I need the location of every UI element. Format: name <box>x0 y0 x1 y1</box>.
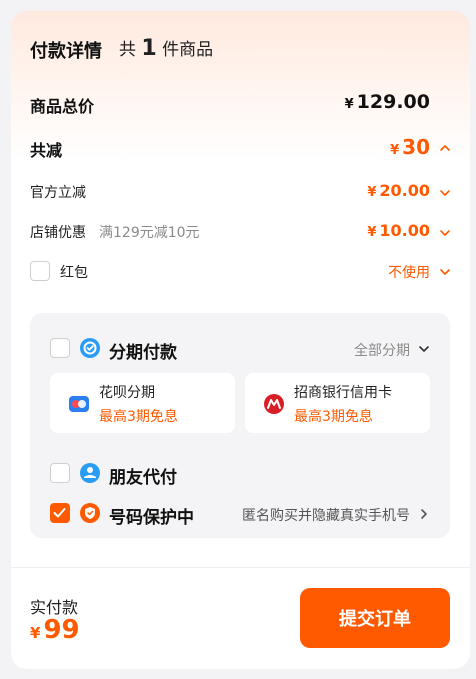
item-count: 共 1 件商品 <box>119 35 213 61</box>
installment-icon <box>80 338 100 358</box>
chevron-down-icon[interactable] <box>438 186 452 200</box>
total-discount-label: 共减 <box>30 141 63 160</box>
item-count-number: 1 <box>141 36 157 61</box>
store-discount-note: 满129元减10元 <box>99 225 200 241</box>
pay-amount-value: ¥99 <box>30 615 80 645</box>
page-title: 付款详情 <box>30 41 102 62</box>
payment-details-card: 付款详情 共 1 件商品 商品总价 ¥129.00 共减 ¥30 官方立减 ¥2… <box>11 11 470 669</box>
redpacket-label: 红包 <box>60 265 88 281</box>
total-price-value: ¥129.00 <box>345 91 430 113</box>
currency-symbol: ¥ <box>367 225 377 240</box>
installment-option[interactable]: 全部分期 <box>354 340 410 360</box>
official-discount-value[interactable]: ¥20.00 <box>367 181 430 200</box>
official-discount-amount: 20.00 <box>379 181 430 200</box>
item-count-prefix: 共 <box>119 40 136 60</box>
store-discount-label: 店铺优惠 <box>30 225 86 241</box>
currency-symbol: ¥ <box>367 185 377 200</box>
chevron-down-icon[interactable] <box>438 226 452 240</box>
plan-promo: 最高3期免息 <box>294 409 373 425</box>
currency-symbol: ¥ <box>30 624 41 642</box>
redpacket-status[interactable]: 不使用 <box>388 262 430 282</box>
friend-pay-checkbox[interactable] <box>50 463 70 483</box>
plan-name: 花呗分期 <box>99 385 155 401</box>
friend-pay-icon <box>80 463 100 483</box>
number-protect-checkbox[interactable] <box>50 503 70 523</box>
installment-label: 分期付款 <box>109 343 177 363</box>
item-count-suffix: 件商品 <box>162 40 214 60</box>
chevron-down-icon[interactable] <box>438 265 452 279</box>
plan-promo: 最高3期免息 <box>99 409 178 425</box>
cmb-bank-icon <box>264 394 284 414</box>
official-discount-label: 官方立减 <box>30 185 86 201</box>
submit-order-button[interactable]: 提交订单 <box>300 588 450 648</box>
plan-name: 招商银行信用卡 <box>294 385 392 401</box>
check-icon <box>53 508 66 518</box>
payment-options-panel: 分期付款 全部分期 花呗分期 最高3期免息 招商银行信用卡 最高3期免息 朋友代… <box>30 313 450 538</box>
chevron-up-icon[interactable] <box>438 141 452 155</box>
currency-symbol: ¥ <box>344 97 354 112</box>
chevron-down-icon[interactable] <box>417 342 431 356</box>
number-protect-label: 号码保护中 <box>109 508 194 528</box>
friend-pay-label: 朋友代付 <box>109 468 177 488</box>
total-discount-amount: 30 <box>402 135 430 159</box>
store-discount-amount: 10.00 <box>379 221 430 240</box>
redpacket-checkbox[interactable] <box>30 261 50 281</box>
currency-symbol: ¥ <box>390 143 400 158</box>
chevron-right-icon[interactable] <box>417 507 431 521</box>
total-price-amount: 129.00 <box>356 91 430 113</box>
installment-plan-cmb[interactable]: 招商银行信用卡 最高3期免息 <box>245 373 430 433</box>
number-protect-desc[interactable]: 匿名购买并隐藏真实手机号 <box>242 505 410 525</box>
shield-icon <box>80 503 100 523</box>
footer-divider <box>11 567 470 568</box>
huabei-icon <box>69 396 89 412</box>
installment-plan-huabei[interactable]: 花呗分期 最高3期免息 <box>50 373 235 433</box>
total-price-label: 商品总价 <box>30 97 95 116</box>
total-discount-value[interactable]: ¥30 <box>390 135 430 159</box>
store-discount-value[interactable]: ¥10.00 <box>367 221 430 240</box>
pay-amount-number: 99 <box>43 615 80 645</box>
installment-checkbox[interactable] <box>50 338 70 358</box>
